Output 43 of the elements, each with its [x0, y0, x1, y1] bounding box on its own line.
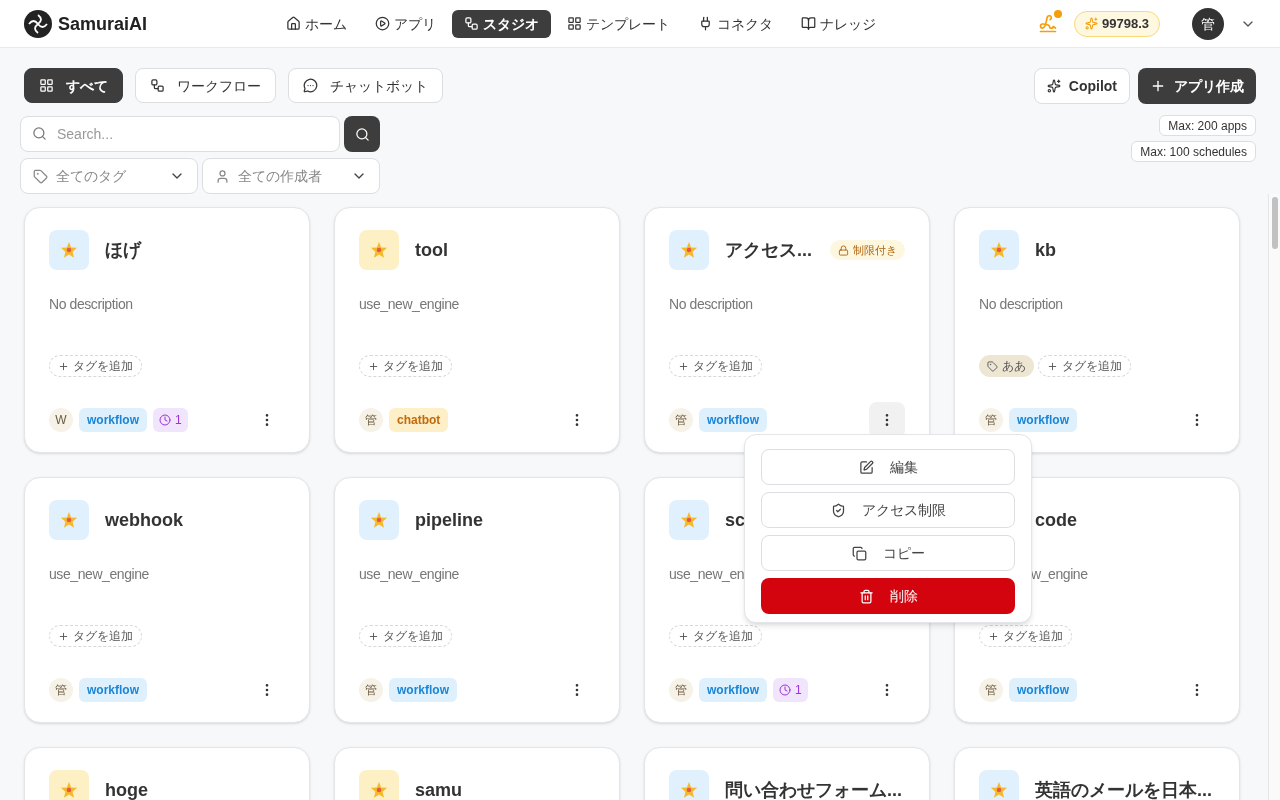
app-description: No description — [669, 296, 753, 312]
schedule-badge: 1 — [153, 408, 188, 432]
app-title: 英語のメールを日本... — [1035, 781, 1212, 799]
author-avatar: 管 — [359, 678, 383, 702]
app-description: use_new_en — [669, 566, 745, 582]
type-badge: workflow — [79, 678, 147, 702]
app-description: use_new_engine — [49, 566, 149, 582]
app-title: samu — [415, 781, 463, 799]
type-badge: chatbot — [389, 408, 449, 432]
author-avatar: 管 — [979, 408, 1003, 432]
author-avatar: 管 — [49, 678, 73, 702]
app-description: use_new_engine — [359, 566, 459, 582]
credits-badge: 99798.3 — [1074, 10, 1160, 37]
app-description: No description — [979, 296, 1063, 312]
app-title: code — [1035, 511, 1077, 529]
type-badge: workflow — [699, 678, 767, 702]
author-avatar: W — [49, 408, 73, 432]
app-description: use_new_engine — [359, 296, 459, 312]
app-title: tool — [415, 241, 448, 259]
type-badge: workflow — [389, 678, 457, 702]
author-avatar: 管 — [359, 408, 383, 432]
app-title: webhook — [105, 511, 183, 529]
app-description: w_engine — [1031, 566, 1088, 582]
app-title: hoge — [105, 781, 148, 799]
author-avatar: 管 — [979, 678, 1003, 702]
type-badge: workflow — [699, 408, 767, 432]
limit-badge: Max: 100 schedules — [1131, 141, 1256, 162]
restricted-badge: 制限付き — [830, 239, 905, 261]
logo-text: SamuraiAI — [58, 12, 148, 36]
app-title: 問い合わせフォーム... — [725, 781, 902, 799]
app-title: pipeline — [415, 511, 483, 529]
limit-badge: Max: 200 apps — [1159, 115, 1256, 136]
type-badge: workflow — [1009, 408, 1077, 432]
type-badge: workflow — [1009, 678, 1077, 702]
app-title: ほげ — [105, 241, 141, 259]
app-description: No description — [49, 296, 133, 312]
app-title: kb — [1035, 241, 1056, 259]
author-avatar: 管 — [669, 678, 693, 702]
app-title: アクセス... — [725, 241, 812, 259]
app-title: sc — [725, 511, 746, 529]
schedule-badge: 1 — [773, 678, 808, 702]
type-badge: workflow — [79, 408, 147, 432]
author-avatar: 管 — [669, 408, 693, 432]
